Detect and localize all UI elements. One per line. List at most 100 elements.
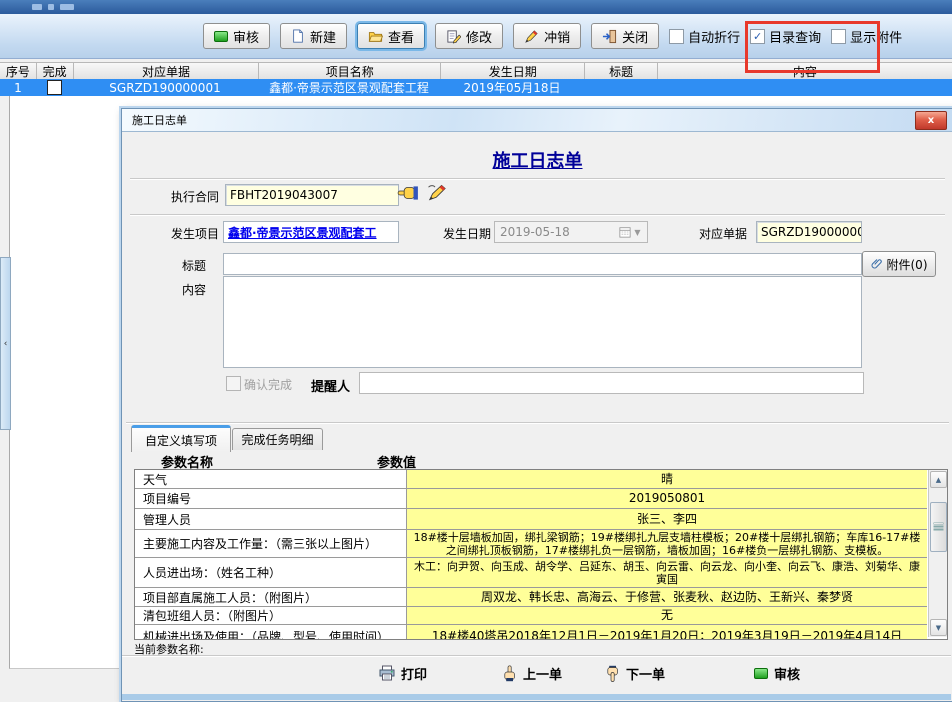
pointing-hand-icon[interactable] <box>397 185 419 201</box>
sidebar-collapse-handle[interactable]: ‹ <box>0 257 11 430</box>
param-name: 人员进出场：（姓名工种） <box>135 558 407 587</box>
col-header-date[interactable]: 发生日期 <box>441 63 585 79</box>
approve-footer-button[interactable]: 审核 <box>754 661 800 685</box>
dialog-titlebar[interactable]: 施工日志单 <box>122 109 952 132</box>
param-row: 机械进出场及使用：（品牌、型号、使用时间） 18#楼40塔吊2018年12月1日… <box>135 625 927 640</box>
annotation-highlight-box <box>745 21 880 73</box>
attachment-button[interactable]: 附件(0) <box>862 251 936 277</box>
col-header-seq[interactable]: 序号 <box>0 63 37 79</box>
autowrap-checkbox[interactable]: 自动折行 <box>669 27 740 46</box>
row-title <box>584 79 656 96</box>
exit-door-icon <box>602 29 617 44</box>
param-row: 清包班组人员：（附图片） 无 <box>135 607 927 625</box>
row-done-cell <box>36 79 72 96</box>
param-name: 清包班组人员：（附图片） <box>135 607 407 624</box>
modify-button[interactable]: 修改 <box>435 23 503 49</box>
docno-input[interactable]: SGRZD190000001 <box>756 221 862 243</box>
approve-button-label: 审核 <box>233 27 259 46</box>
row-done-checkbox[interactable] <box>47 80 62 95</box>
dialog-title: 施工日志单 <box>132 112 187 128</box>
window-decoration <box>32 4 42 10</box>
divider <box>130 178 945 180</box>
title-label: 标题 <box>132 257 206 274</box>
param-value[interactable]: 木工：向尹贺、向玉成、胡令学、吕延东、胡玉、向云雷、向云龙、向小奎、向云飞、康浩… <box>407 558 927 587</box>
next-doc-button[interactable]: 下一单 <box>605 661 665 685</box>
param-row: 项目部直属施工人员：（附图片） 周双龙、韩长忠、高海云、于修营、张麦秋、赵边防、… <box>135 588 927 607</box>
row-date: 2019年05月18日 <box>440 79 584 96</box>
col-header-done[interactable]: 完成 <box>37 63 74 79</box>
tab-custom-fields[interactable]: 自定义填写项 <box>131 425 231 452</box>
hand-down-icon <box>605 665 620 682</box>
tab-task-detail-label: 完成任务明细 <box>241 431 313 448</box>
new-button-label: 新建 <box>310 27 336 46</box>
param-value[interactable]: 晴 <box>407 470 927 488</box>
app-window: 审核 新建 查看 修改 冲销 关闭 自动折行 ✓ 目录查询 <box>0 0 952 702</box>
param-row: 人员进出场：（姓名工种） 木工：向尹贺、向玉成、胡令学、吕延东、胡玉、向云雷、向… <box>135 558 927 588</box>
open-folder-icon <box>368 29 383 43</box>
project-label: 发生项目 <box>132 225 219 242</box>
docno-label: 对应单据 <box>689 225 747 242</box>
scroll-down-icon[interactable]: ▼ <box>930 619 947 636</box>
content-label: 内容 <box>132 281 206 298</box>
param-value[interactable]: 18#楼40塔吊2018年12月1日－2019年1月20日；2019年3月19日… <box>407 625 927 640</box>
param-grid: 天气 晴 项目编号 2019050801 管理人员 张三、李四 主要施工内容及工… <box>134 469 948 640</box>
close-button[interactable]: 关闭 <box>591 23 659 49</box>
title-input[interactable] <box>223 253 862 275</box>
new-button[interactable]: 新建 <box>280 23 347 49</box>
new-document-icon <box>291 29 305 43</box>
scrollbar-thumb[interactable] <box>930 502 947 552</box>
tab-task-detail[interactable]: 完成任务明细 <box>232 428 323 450</box>
scroll-up-icon[interactable]: ▲ <box>930 471 947 488</box>
dialog-close-button[interactable]: x <box>915 111 947 130</box>
view-button-label: 查看 <box>388 27 414 46</box>
next-doc-button-label: 下一单 <box>626 664 665 683</box>
contract-input[interactable]: FBHT2019043007 <box>225 184 399 206</box>
reminder-label: 提醒人 <box>311 376 350 395</box>
param-value[interactable]: 周双龙、韩长忠、高海云、于修营、张麦秋、赵边防、王新兴、秦梦贤 <box>407 588 927 606</box>
view-button[interactable]: 查看 <box>357 23 425 49</box>
approve-icon <box>214 31 228 42</box>
writeoff-button[interactable]: 冲销 <box>513 23 581 49</box>
window-decoration <box>48 4 54 10</box>
divider <box>122 655 951 657</box>
hand-up-icon <box>502 665 517 682</box>
param-row: 天气 晴 <box>135 470 927 489</box>
param-value[interactable]: 无 <box>407 607 927 624</box>
row-content <box>656 79 952 96</box>
col-header-title[interactable]: 标题 <box>585 63 658 79</box>
chevron-left-icon: ‹ <box>4 339 8 349</box>
confirm-done-label: 确认完成 <box>244 376 292 393</box>
param-name: 主要施工内容及工作量：（需三张以上图片） <box>135 530 407 557</box>
row-seq: 1 <box>0 79 36 96</box>
print-button-label: 打印 <box>401 664 427 683</box>
col-header-project[interactable]: 项目名称 <box>259 63 441 79</box>
col-header-docno[interactable]: 对应单据 <box>74 63 260 79</box>
content-textarea[interactable] <box>223 276 862 368</box>
printer-icon <box>379 665 395 681</box>
approve-button[interactable]: 审核 <box>203 23 270 49</box>
print-button[interactable]: 打印 <box>379 661 427 685</box>
date-label: 发生日期 <box>433 225 491 242</box>
param-value[interactable]: 2019050801 <box>407 489 927 508</box>
confirm-done-checkbox[interactable] <box>226 376 241 391</box>
param-name: 项目部直属施工人员：（附图片） <box>135 588 407 606</box>
project-link[interactable]: 鑫都·帝景示范区景观配套工 <box>223 221 399 243</box>
param-grid-scrollbar[interactable]: ▲ ▼ <box>928 470 947 637</box>
param-value[interactable]: 18#楼十层墙板加固，绑扎梁钢筋；19#楼绑扎九层支墙柱模板；20#楼十层绑扎钢… <box>407 530 927 557</box>
param-value[interactable]: 张三、李四 <box>407 509 927 529</box>
edit-pen-icon[interactable] <box>427 183 449 202</box>
checkbox-icon <box>669 29 684 44</box>
calendar-dropdown-button[interactable]: ▼ <box>615 224 645 240</box>
date-field[interactable]: 2019-05-18 ▼ <box>494 221 648 243</box>
param-name: 管理人员 <box>135 509 407 529</box>
row-project: 鑫都·帝景示范区景观配套工程 <box>258 79 440 96</box>
reminder-input[interactable] <box>359 372 864 394</box>
autowrap-label: 自动折行 <box>688 27 740 46</box>
previous-doc-button[interactable]: 上一单 <box>502 661 562 685</box>
previous-doc-button-label: 上一单 <box>523 664 562 683</box>
pencil-eraser-icon <box>524 29 539 44</box>
param-row: 项目编号 2019050801 <box>135 489 927 509</box>
contract-label: 执行合同 <box>132 188 219 205</box>
tab-custom-fields-label: 自定义填写项 <box>145 432 217 449</box>
list-row-selected[interactable]: 1 SGRZD190000001 鑫都·帝景示范区景观配套工程 2019年05月… <box>0 79 952 96</box>
